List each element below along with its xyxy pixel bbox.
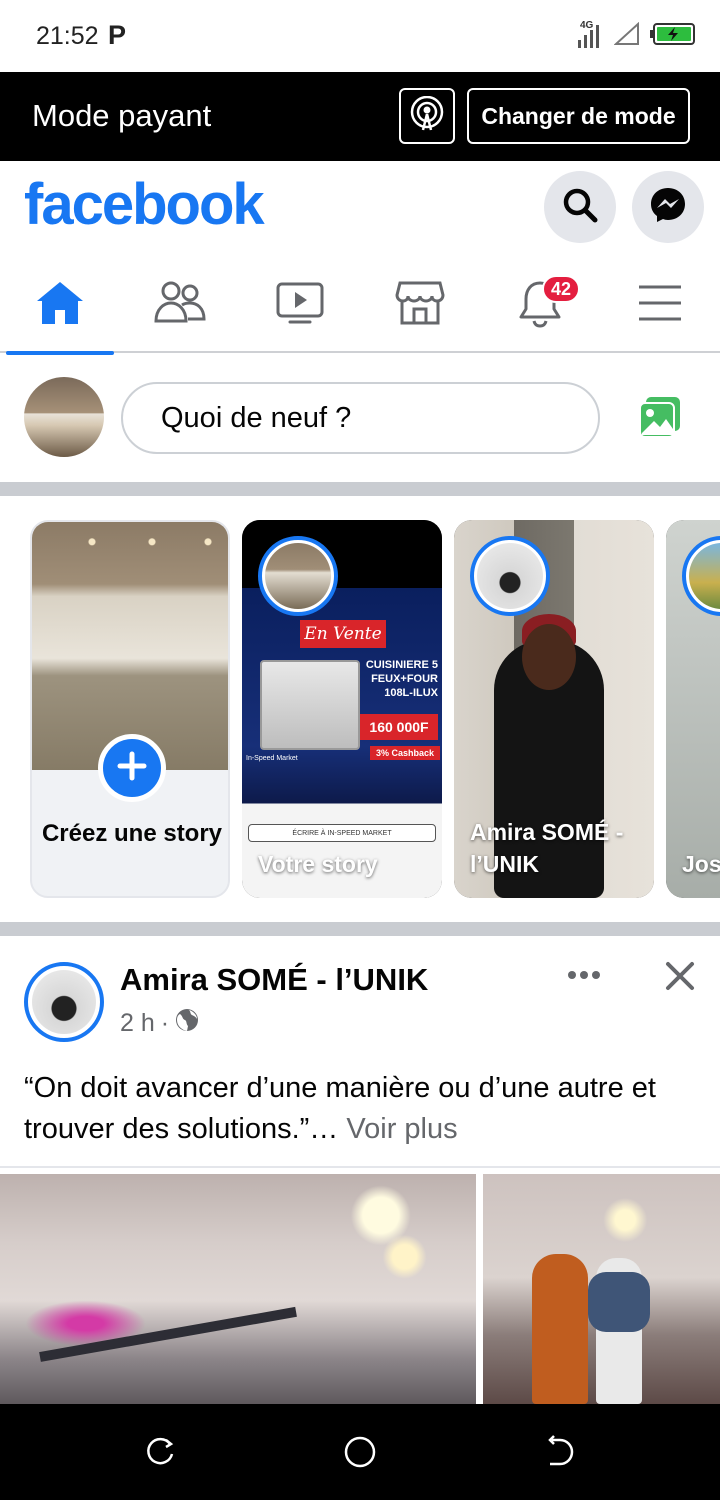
photo-icon <box>636 397 684 443</box>
menu-icon <box>636 283 684 328</box>
tab-watch[interactable] <box>240 257 360 353</box>
notification-badge: 42 <box>542 275 580 303</box>
close-icon <box>660 962 700 1000</box>
story-label: Jos <box>682 851 720 877</box>
tab-menu[interactable] <box>600 257 720 353</box>
system-nav-bar <box>0 1404 720 1500</box>
mode-bar: Mode payant Changer de mode <box>0 72 720 161</box>
status-icons: 4G <box>574 20 696 51</box>
section-divider <box>0 482 720 496</box>
tab-friends[interactable] <box>120 257 240 353</box>
story-avatar <box>470 536 550 616</box>
create-story-label: Créez une story <box>41 820 223 847</box>
recent-apps-icon <box>142 1437 178 1474</box>
nav-tabs: 42 <box>0 257 720 355</box>
post-body: “On doit avancer d’une manière ou d’une … <box>24 1072 656 1145</box>
tab-marketplace[interactable] <box>360 257 480 353</box>
home-icon <box>34 279 86 332</box>
broadcast-button[interactable] <box>399 88 455 144</box>
messenger-button[interactable] <box>632 171 704 243</box>
composer-input[interactable]: Quoi de neuf ? <box>121 382 600 454</box>
hide-post-button[interactable] <box>660 956 700 996</box>
signal-icon: 4G <box>574 20 604 50</box>
post-photo[interactable] <box>0 1174 476 1404</box>
recent-apps-button[interactable] <box>142 1434 178 1470</box>
network-label: 4G <box>580 20 594 31</box>
mode-title: Mode payant <box>32 98 212 133</box>
video-icon <box>274 279 326 332</box>
photo-detail <box>532 1254 588 1404</box>
messenger-icon <box>648 185 688 230</box>
post-meta: 2 h · <box>120 1008 199 1039</box>
photo-detail <box>588 1272 650 1332</box>
stove-image <box>260 660 360 750</box>
status-bar: 21:52 P 4G <box>0 0 720 72</box>
post-divider <box>0 1166 720 1168</box>
post-composer: Quoi de neuf ? <box>0 355 720 482</box>
home-circle-icon <box>342 1436 378 1474</box>
ad-price: 160 000F <box>360 714 438 740</box>
story-card[interactable]: Amira SOMÉ - l’UNIK <box>454 520 654 898</box>
story-label: Amira SOMÉ - l’UNIK <box>470 819 624 877</box>
wifi-icon <box>613 21 640 51</box>
post-time[interactable]: 2 h <box>120 1009 155 1038</box>
ad-cta: ÉCRIRE À IN-SPEED MARKET <box>248 824 436 842</box>
create-story-photo <box>32 522 228 770</box>
see-more-link[interactable]: Voir plus <box>346 1113 457 1145</box>
back-icon <box>542 1435 578 1474</box>
marketplace-icon <box>394 279 446 332</box>
photo-button[interactable] <box>636 395 684 439</box>
plus-icon <box>116 750 148 787</box>
globe-icon <box>175 1008 199 1039</box>
tab-notifications[interactable]: 42 <box>480 257 600 353</box>
app-header: facebook <box>0 161 720 257</box>
create-story-card[interactable]: Créez une story <box>30 520 230 898</box>
broadcast-icon <box>409 95 445 137</box>
story-card[interactable]: Jos <box>666 520 720 898</box>
friends-icon <box>152 279 208 332</box>
search-icon <box>560 185 600 230</box>
story-avatar <box>258 536 338 616</box>
carrier-icon: P <box>108 20 127 50</box>
status-time: 21:52 <box>36 22 99 50</box>
story-card[interactable]: En Vente CUISINIERE 5 FEUX+FOUR 108L-ILU… <box>242 520 442 898</box>
post-author-avatar[interactable] <box>24 962 104 1042</box>
ad-seller: In-Speed Market <box>246 755 298 762</box>
change-mode-button[interactable]: Changer de mode <box>467 88 690 144</box>
search-button[interactable] <box>544 171 616 243</box>
section-divider <box>0 922 720 936</box>
facebook-logo[interactable]: facebook <box>24 171 265 238</box>
story-label: Votre story <box>258 851 378 877</box>
ad-product: CUISINIERE 5 FEUX+FOUR 108L-ILUX <box>365 659 438 699</box>
post-options-button[interactable] <box>566 962 606 990</box>
head-shape <box>522 624 576 690</box>
tab-home[interactable] <box>0 257 120 355</box>
more-icon <box>566 957 602 987</box>
my-avatar[interactable] <box>24 377 104 457</box>
post-author-name[interactable]: Amira SOMÉ - l’UNIK <box>120 962 428 998</box>
ad-headline: En Vente <box>300 620 386 648</box>
add-story-button[interactable] <box>98 734 166 802</box>
system-back-button[interactable] <box>542 1434 578 1470</box>
post-text: “On doit avancer d’une manière ou d’une … <box>24 1068 704 1150</box>
battery-charging-icon <box>650 22 696 51</box>
stories-tray: Créez une story En Vente CUISINIERE 5 FE… <box>0 496 720 922</box>
meta-separator: · <box>160 1009 170 1037</box>
system-home-button[interactable] <box>342 1434 378 1470</box>
